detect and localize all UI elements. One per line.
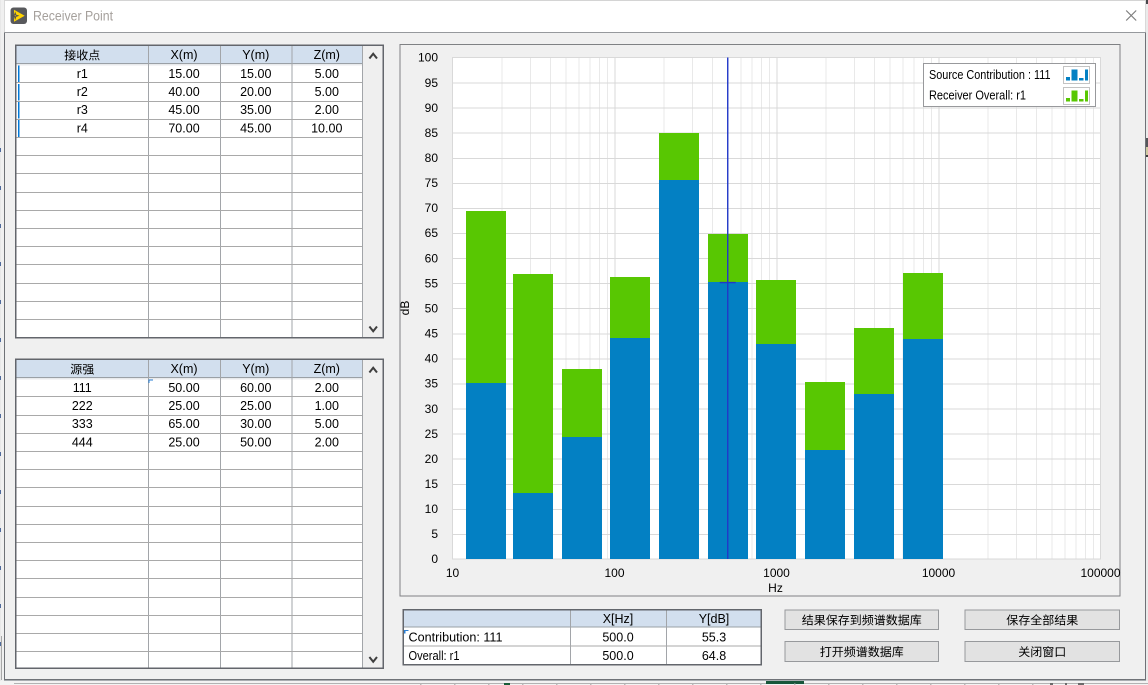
- svg-text:Source Contribution : 111: Source Contribution : 111: [929, 68, 1051, 82]
- svg-text:30: 30: [425, 402, 439, 416]
- svg-text:35.00: 35.00: [240, 103, 271, 117]
- svg-text:111: 111: [73, 381, 92, 395]
- svg-text:500.0: 500.0: [602, 630, 633, 644]
- svg-text:2.00: 2.00: [315, 103, 339, 117]
- svg-text:25.00: 25.00: [168, 399, 199, 413]
- svg-text:Y(m): Y(m): [242, 48, 269, 62]
- svg-text:10000: 10000: [922, 566, 956, 580]
- svg-text:40: 40: [425, 352, 439, 366]
- svg-text:15.00: 15.00: [168, 67, 199, 81]
- svg-text:25.00: 25.00: [168, 435, 199, 449]
- svg-text:45.00: 45.00: [168, 103, 199, 117]
- svg-text:X(m): X(m): [170, 362, 197, 376]
- svg-text:25: 25: [425, 427, 439, 441]
- svg-text:85: 85: [425, 126, 439, 140]
- svg-text:60.00: 60.00: [240, 381, 271, 395]
- svg-text:100000: 100000: [1080, 566, 1120, 580]
- svg-text:65.00: 65.00: [168, 417, 199, 431]
- svg-text:35: 35: [425, 377, 439, 391]
- svg-text:15: 15: [425, 477, 439, 491]
- svg-text:Z(m): Z(m): [314, 48, 340, 62]
- svg-text:70: 70: [425, 201, 439, 215]
- svg-text:Z(m): Z(m): [314, 362, 340, 376]
- svg-text:2.00: 2.00: [315, 381, 339, 395]
- svg-text:95: 95: [425, 76, 439, 90]
- svg-text:1.00: 1.00: [315, 399, 339, 413]
- svg-text:5.00: 5.00: [315, 85, 339, 99]
- svg-text:65: 65: [425, 226, 439, 240]
- svg-text:5: 5: [431, 527, 438, 541]
- svg-text:15.00: 15.00: [240, 67, 271, 81]
- svg-text:90: 90: [425, 101, 439, 115]
- svg-text:55.3: 55.3: [702, 630, 726, 644]
- svg-text:2.00: 2.00: [315, 435, 339, 449]
- svg-text:Hz: Hz: [768, 581, 783, 595]
- svg-text:100: 100: [418, 51, 438, 65]
- svg-text:5.00: 5.00: [315, 417, 339, 431]
- svg-text:r2: r2: [77, 85, 88, 99]
- svg-text:30.00: 30.00: [240, 417, 271, 431]
- svg-text:50: 50: [425, 301, 439, 315]
- svg-text:dB: dB: [398, 301, 412, 316]
- svg-text:20: 20: [425, 452, 439, 466]
- svg-text:Y(m): Y(m): [242, 362, 269, 376]
- svg-text:r3: r3: [77, 103, 88, 117]
- svg-text:10: 10: [425, 502, 439, 516]
- svg-text:Overall: r1: Overall: r1: [409, 649, 460, 663]
- svg-text:100: 100: [604, 566, 624, 580]
- svg-text:45.00: 45.00: [240, 121, 271, 135]
- svg-text:r4: r4: [77, 121, 88, 135]
- svg-text:Receiver Overall: r1: Receiver Overall: r1: [929, 89, 1026, 103]
- svg-text:10.00: 10.00: [311, 121, 342, 135]
- svg-text:Contribution: 111: Contribution: 111: [409, 630, 503, 644]
- svg-text:45: 45: [425, 327, 439, 341]
- svg-text:0: 0: [431, 552, 438, 566]
- svg-text:r1: r1: [77, 67, 88, 81]
- svg-text:70.00: 70.00: [168, 121, 199, 135]
- svg-text:333: 333: [72, 417, 93, 431]
- svg-text:10: 10: [446, 566, 460, 580]
- svg-text:X[Hz]: X[Hz]: [603, 612, 634, 626]
- svg-text:50.00: 50.00: [168, 381, 199, 395]
- svg-text:Y[dB]: Y[dB]: [699, 612, 730, 626]
- svg-text:40.00: 40.00: [168, 85, 199, 99]
- svg-text:222: 222: [72, 399, 93, 413]
- svg-text:5.00: 5.00: [315, 67, 339, 81]
- svg-text:75: 75: [425, 176, 439, 190]
- svg-text:50.00: 50.00: [240, 435, 271, 449]
- svg-text:64.8: 64.8: [702, 649, 726, 663]
- svg-text:444: 444: [72, 435, 93, 449]
- svg-text:25.00: 25.00: [240, 399, 271, 413]
- svg-text:55: 55: [425, 276, 439, 290]
- svg-text:20.00: 20.00: [240, 85, 271, 99]
- svg-text:Receiver Point: Receiver Point: [33, 9, 113, 24]
- svg-text:X(m): X(m): [170, 48, 197, 62]
- svg-text:80: 80: [425, 151, 439, 165]
- svg-text:60: 60: [425, 251, 439, 265]
- svg-text:1000: 1000: [763, 566, 790, 580]
- svg-text:500.0: 500.0: [602, 649, 633, 663]
